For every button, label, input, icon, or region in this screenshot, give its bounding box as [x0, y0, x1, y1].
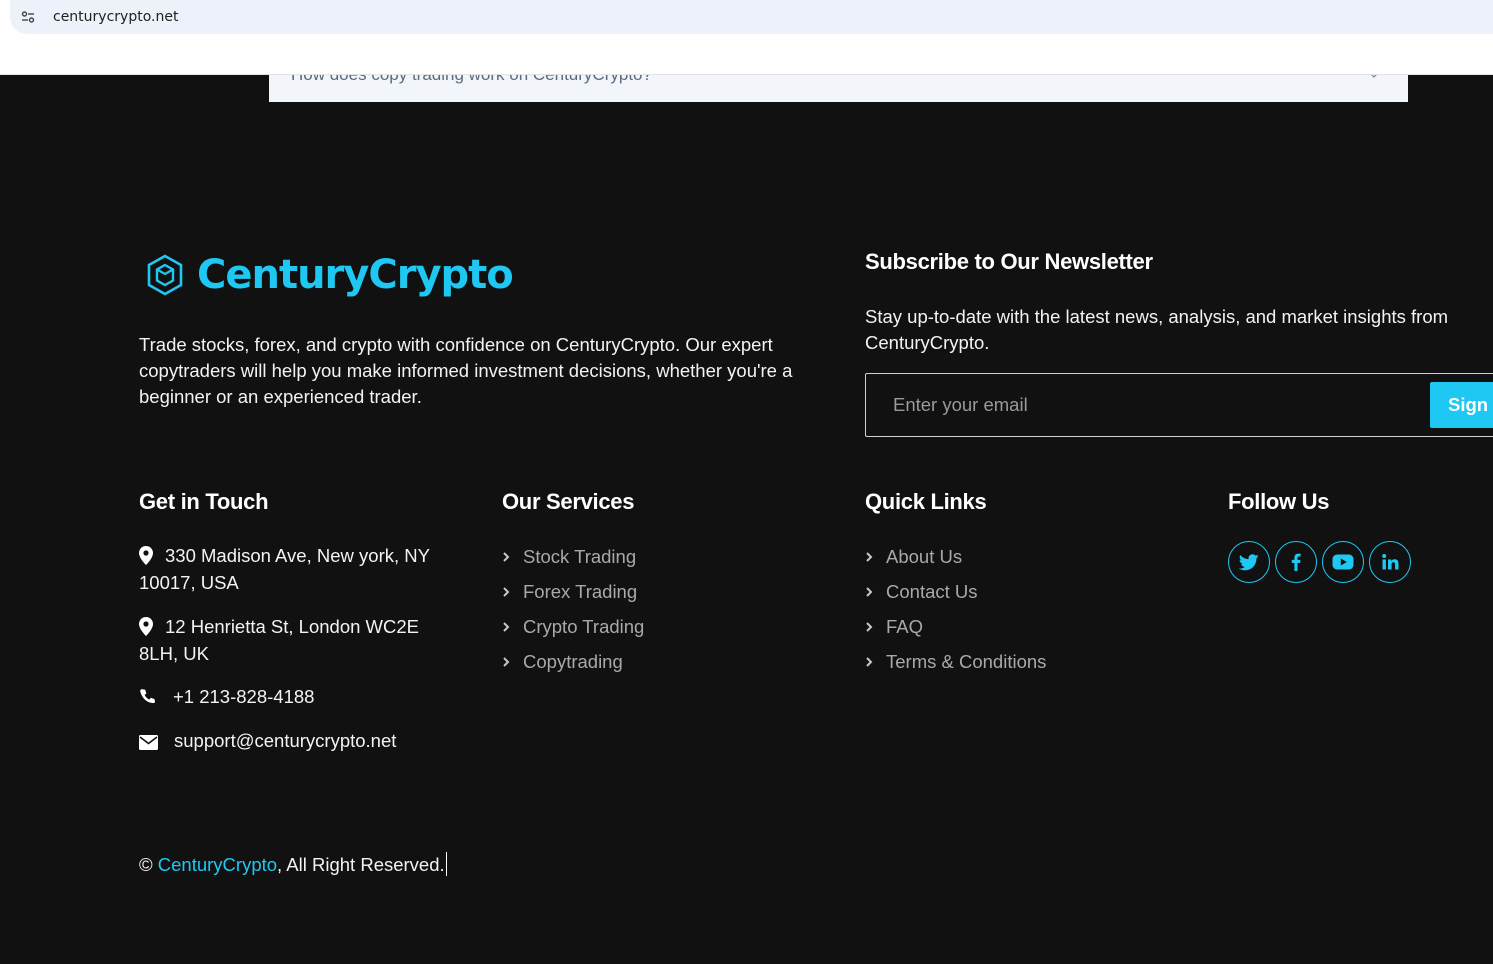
- address-text: 330 Madison Ave, New york, NY 10017, USA: [139, 545, 430, 593]
- chevron-right-icon: [866, 656, 873, 667]
- services-title: Our Services: [502, 489, 635, 514]
- service-link-forex-trading[interactable]: Forex Trading: [502, 574, 644, 609]
- contact-address-london: 12 Henrietta St, London WC2E 8LH, UK: [139, 613, 449, 667]
- chevron-right-icon: [503, 621, 510, 632]
- envelope-icon: [139, 735, 158, 750]
- chevron-right-icon: [503, 586, 510, 597]
- faq-item[interactable]: How does copy trading work on CenturyCry…: [269, 75, 1408, 102]
- newsletter-description: Stay up-to-date with the latest news, an…: [865, 306, 1449, 353]
- service-link-copytrading[interactable]: Copytrading: [502, 644, 644, 679]
- quick-link-about-us[interactable]: About Us: [865, 539, 1046, 574]
- quick-link-contact-us[interactable]: Contact Us: [865, 574, 1046, 609]
- phone-icon: [140, 689, 156, 704]
- quick-links-title: Quick Links: [865, 489, 987, 514]
- copyright: © CenturyCrypto, All Right Reserved.: [139, 852, 447, 876]
- chevron-right-icon: [503, 551, 510, 562]
- map-marker-icon: [139, 617, 153, 636]
- newsletter-form: Sign Up: [865, 373, 1493, 437]
- twitter-icon: [1239, 553, 1259, 570]
- link-label[interactable]: Contact Us: [886, 581, 978, 603]
- chevron-right-icon: [503, 656, 510, 667]
- copyright-brand-link[interactable]: CenturyCrypto: [158, 854, 277, 875]
- sign-up-button[interactable]: Sign Up: [1430, 382, 1493, 428]
- services-list: Stock Trading Forex Trading Crypto Tradi…: [502, 539, 644, 679]
- linkedin-icon: [1382, 554, 1399, 570]
- chevron-right-icon: [866, 586, 873, 597]
- youtube-button[interactable]: [1322, 541, 1364, 583]
- link-label[interactable]: FAQ: [886, 616, 923, 638]
- site-info-icon[interactable]: [15, 4, 41, 30]
- quick-links-list: About Us Contact Us FAQ Terms & Conditio…: [865, 539, 1046, 679]
- address-bar[interactable]: centurycrypto.net: [10, 0, 1493, 34]
- link-label[interactable]: Crypto Trading: [523, 616, 644, 638]
- copyright-rights: , All Right Reserved.: [277, 854, 445, 875]
- twitter-button[interactable]: [1228, 541, 1270, 583]
- email-text[interactable]: support@centurycrypto.net: [174, 730, 396, 751]
- contact-email[interactable]: support@centurycrypto.net: [139, 727, 396, 754]
- link-label[interactable]: About Us: [886, 546, 962, 568]
- email-field[interactable]: [866, 374, 1426, 436]
- chevron-right-icon: [866, 551, 873, 562]
- quick-link-terms[interactable]: Terms & Conditions: [865, 644, 1046, 679]
- address-text: 12 Henrietta St, London WC2E 8LH, UK: [139, 616, 420, 664]
- contact-phone[interactable]: +1 213-828-4188: [139, 683, 314, 710]
- footer-logo[interactable]: CenturyCrypto: [145, 252, 514, 298]
- contact-address-ny: 330 Madison Ave, New york, NY 10017, USA: [139, 542, 449, 596]
- chevron-down-icon: [1371, 75, 1377, 78]
- follow-title: Follow Us: [1228, 489, 1330, 514]
- brand-name: CenturyCrypto: [197, 252, 514, 298]
- youtube-icon: [1332, 554, 1354, 570]
- phone-text[interactable]: +1 213-828-4188: [173, 686, 314, 707]
- map-marker-icon: [139, 546, 153, 565]
- text-cursor: [445, 852, 447, 876]
- hexagon-cube-icon: [147, 254, 183, 296]
- about-text: Trade stocks, forex, and crypto with con…: [139, 334, 793, 407]
- url-text[interactable]: centurycrypto.net: [53, 9, 178, 25]
- facebook-button[interactable]: [1275, 541, 1317, 583]
- contact-title: Get in Touch: [139, 489, 269, 514]
- facebook-icon: [1291, 553, 1301, 571]
- copyright-symbol: ©: [139, 854, 158, 875]
- social-links: [1228, 541, 1411, 583]
- faq-question[interactable]: How does copy trading work on CenturyCry…: [291, 75, 652, 85]
- link-label[interactable]: Forex Trading: [523, 581, 637, 603]
- browser-toolbar: centurycrypto.net: [0, 0, 1493, 75]
- service-link-stock-trading[interactable]: Stock Trading: [502, 539, 644, 574]
- link-label[interactable]: Terms & Conditions: [886, 651, 1046, 673]
- chevron-right-icon: [866, 621, 873, 632]
- quick-link-faq[interactable]: FAQ: [865, 609, 1046, 644]
- newsletter-title: Subscribe to Our Newsletter: [865, 249, 1153, 274]
- linkedin-button[interactable]: [1369, 541, 1411, 583]
- link-label[interactable]: Copytrading: [523, 651, 623, 673]
- service-link-crypto-trading[interactable]: Crypto Trading: [502, 609, 644, 644]
- link-label[interactable]: Stock Trading: [523, 546, 636, 568]
